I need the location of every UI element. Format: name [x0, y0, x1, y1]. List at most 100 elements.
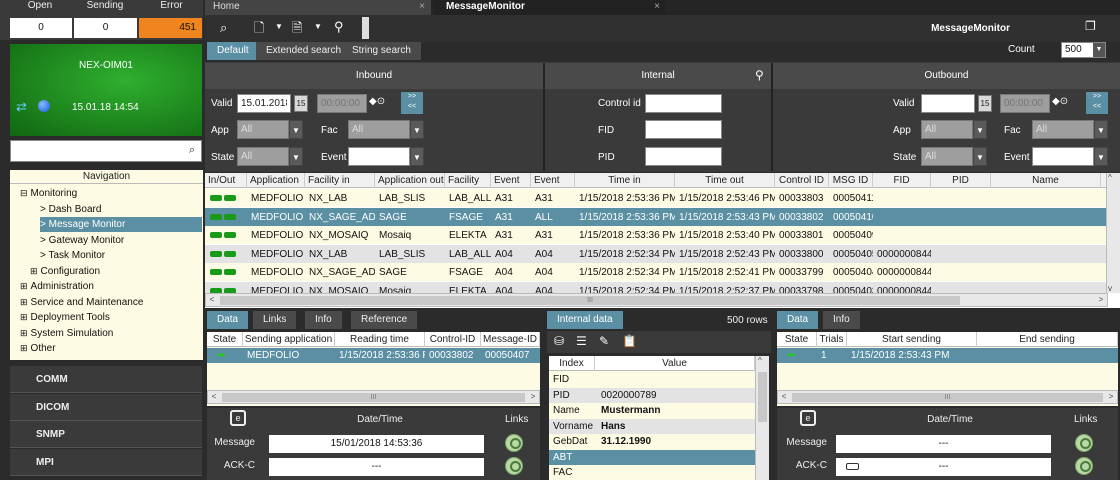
expand-icon[interactable]: ⊞: [20, 297, 28, 307]
outbound-fac-select[interactable]: [1032, 120, 1094, 139]
nav-button-mpi[interactable]: MPI: [10, 448, 202, 476]
pid-input[interactable]: [645, 147, 722, 166]
message-detail-icon[interactable]: e: [230, 410, 246, 426]
table-row[interactable]: Vorname Hans: [549, 418, 755, 434]
table-row[interactable]: MEDFOLIO NX_SAGE_ADT SAGE FSAGE A04 A04 1/15/2…: [205, 263, 1108, 281]
column-header[interactable]: Control-ID: [425, 332, 481, 347]
column-header[interactable]: FID: [873, 173, 931, 188]
tab-internal-data[interactable]: Internal data: [547, 311, 623, 329]
edit-icon[interactable]: ✎: [599, 334, 609, 348]
table-row[interactable]: MEDFOLIO NX_LAB LAB_SLIS LAB_ALL A04 A04 1/15/…: [205, 244, 1108, 263]
column-header[interactable]: Start sending: [847, 332, 977, 347]
calendar-icon[interactable]: 15: [978, 95, 992, 112]
table-row[interactable]: FAC: [549, 465, 755, 480]
restore-window-icon[interactable]: ❐: [1085, 19, 1096, 33]
nav-button-dicom[interactable]: DICOM: [10, 393, 202, 421]
range-toggle-icon[interactable]: >> <<: [401, 92, 423, 114]
tab-links[interactable]: Links: [253, 311, 297, 329]
chevron-down-icon[interactable]: ▼: [1094, 120, 1108, 139]
scroll-up-icon[interactable]: ^: [1108, 173, 1112, 182]
nav-item[interactable]: ⊞ Configuration: [30, 264, 100, 279]
nav-button-snmp[interactable]: SNMP: [10, 421, 202, 448]
column-header[interactable]: Control ID: [775, 173, 829, 188]
error-count[interactable]: 451: [139, 18, 202, 38]
nav-item[interactable]: ⊟ Monitoring: [20, 186, 77, 201]
scroll-down-icon[interactable]: v: [1108, 284, 1112, 293]
column-header[interactable]: Sending application: [243, 332, 335, 347]
scroll-left-icon[interactable]: <: [206, 294, 218, 306]
tab-data[interactable]: Data: [207, 311, 249, 329]
outbound-event-select[interactable]: [1032, 147, 1094, 166]
column-header[interactable]: Reading time: [335, 332, 425, 347]
calendar-icon[interactable]: 15: [294, 95, 308, 112]
column-header[interactable]: State: [777, 332, 817, 347]
zoom-icon[interactable]: [1075, 457, 1093, 475]
vertical-scrollbar[interactable]: ^: [755, 356, 769, 480]
tab-extended-search[interactable]: Extended search: [256, 42, 352, 60]
search-icon[interactable]: ⌕: [189, 144, 195, 157]
expand-icon[interactable]: ⊞: [20, 328, 28, 338]
refresh-icon[interactable]: ⇄: [16, 99, 27, 115]
chevron-down-icon[interactable]: ▼: [410, 147, 424, 166]
table-row[interactable]: GebDat 31.12.1990: [549, 434, 755, 449]
nav-item[interactable]: ⊞ System Simulation: [20, 326, 113, 341]
clipboard-icon[interactable]: 📋: [622, 334, 637, 348]
expand-icon[interactable]: ⊞: [20, 343, 28, 353]
column-header[interactable]: Event in: [491, 173, 531, 188]
table-row[interactable]: PID 0020000789: [549, 387, 755, 403]
outbound-state-select[interactable]: [921, 147, 973, 166]
nav-button-comm[interactable]: COMM: [10, 366, 202, 393]
count-select[interactable]: 500 ▼: [1061, 42, 1106, 58]
nav-item[interactable]: > Dash Board: [40, 202, 101, 217]
column-header[interactable]: Time out: [675, 173, 775, 188]
stamp-icon[interactable]: ⚲: [755, 68, 764, 82]
sending-count[interactable]: 0: [74, 18, 137, 38]
column-header[interactable]: Event out: [531, 173, 575, 188]
scroll-right-icon[interactable]: >: [527, 391, 539, 403]
table-row[interactable]: MEDFOLIO NX_MOSAIQ Mosaiq ELEKTA A31 A31 1/15/…: [205, 226, 1108, 244]
nav-item[interactable]: ⊞ Other: [20, 341, 56, 356]
horizontal-scrollbar[interactable]: < III >: [207, 390, 540, 404]
tab-string-search[interactable]: String search: [342, 42, 421, 60]
column-header[interactable]: Message-ID: [481, 332, 540, 347]
range-toggle-icon[interactable]: >> <<: [1086, 92, 1108, 114]
open-count[interactable]: 0: [10, 18, 72, 38]
search-icon[interactable]: ⌕: [220, 20, 227, 36]
scroll-left-icon[interactable]: <: [208, 391, 220, 403]
nav-item[interactable]: > Message Monitor: [40, 217, 202, 232]
chevron-down-icon[interactable]: ▼: [289, 120, 303, 139]
outbound-valid-time[interactable]: [1000, 94, 1050, 113]
zoom-icon[interactable]: [1075, 434, 1093, 452]
tab-reference[interactable]: Reference: [351, 311, 418, 329]
table-row[interactable]: FID: [549, 372, 755, 387]
scrollbar-thumb[interactable]: III: [792, 393, 1103, 402]
column-header[interactable]: Application out: [375, 173, 445, 188]
chevron-down-icon[interactable]: ▼: [410, 120, 424, 139]
fid-input[interactable]: [645, 120, 722, 139]
tab-info[interactable]: Info: [305, 311, 342, 329]
column-header[interactable]: Facility in: [305, 173, 375, 188]
table-row[interactable]: MEDFOLIO NX_LAB LAB_SLIS LAB_ALL A31 A31 1/15/…: [205, 189, 1108, 207]
column-header[interactable]: State: [207, 332, 243, 347]
expand-icon[interactable]: ⊞: [20, 281, 28, 291]
nav-item[interactable]: ⊞ Administration: [20, 279, 94, 294]
column-header[interactable]: PID: [931, 173, 991, 188]
chevron-down-icon[interactable]: ▼: [289, 147, 303, 166]
inbound-app-select[interactable]: [237, 120, 289, 139]
inbound-valid-time[interactable]: [317, 94, 367, 113]
nav-item[interactable]: > Gateway Monitor: [40, 233, 124, 248]
column-header[interactable]: In/Out: [205, 173, 247, 188]
tab-info[interactable]: Info: [823, 311, 860, 329]
column-header[interactable]: End sending: [977, 332, 1118, 347]
table-row[interactable]: ➡ 1 1/15/2018 2:53:43 PM: [777, 348, 1118, 363]
table-row[interactable]: Name Mustermann: [549, 403, 755, 418]
spin-clock-icon[interactable]: ◆⊙: [1052, 96, 1068, 107]
stack-icon[interactable]: ☰: [576, 334, 587, 348]
table-row[interactable]: MEDFOLIO NX_SAGE_ADT SAGE FSAGE A31 ALL 1/15/2…: [205, 207, 1108, 226]
outbound-valid-date[interactable]: [921, 94, 975, 113]
scroll-left-icon[interactable]: <: [778, 391, 790, 403]
chevron-down-icon[interactable]: ▼: [314, 22, 322, 31]
inbound-event-select[interactable]: [348, 147, 410, 166]
expand-icon[interactable]: ⊞: [20, 312, 28, 322]
inbound-valid-date[interactable]: [237, 94, 291, 113]
